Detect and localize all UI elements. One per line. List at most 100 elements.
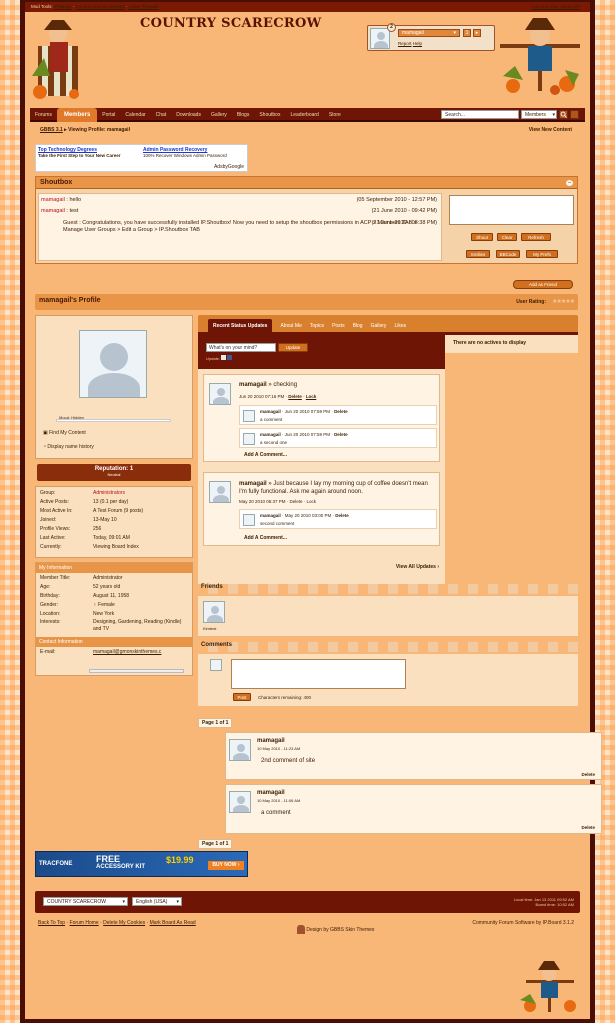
friend-name[interactable]: Kimtest — [203, 626, 216, 631]
comment-delete-link[interactable]: Delete — [581, 825, 595, 830]
tab-about-me[interactable]: About Me — [280, 322, 301, 330]
tracfone-ad[interactable]: TRACFONE FREE ACCESSORY KIT $19.99 BUY N… — [35, 851, 248, 877]
refresh-button[interactable]: Refresh — [521, 233, 551, 241]
nav-store[interactable]: Store — [329, 108, 341, 122]
facebook-icon[interactable] — [227, 355, 233, 360]
rating-stars[interactable]: ★★★★★ — [552, 298, 575, 305]
nav-leaderboard[interactable]: Leaderboard — [290, 108, 318, 122]
top-link-announcements[interactable]: Forums Announcements — [76, 4, 125, 9]
comment-author[interactable]: mamagail — [257, 738, 285, 744]
ad1-line: Take the First Step to Your New Career — [38, 153, 121, 158]
status-input[interactable]: What's on your mind? — [206, 343, 276, 352]
user-submenu: Report Help — [398, 41, 422, 46]
shout-input[interactable] — [449, 195, 574, 225]
post-comment-button[interactable]: Post — [233, 693, 251, 701]
tab-topics[interactable]: Topics — [310, 322, 324, 330]
my-prefs-button[interactable]: My Prefs — [526, 250, 558, 258]
status-author[interactable]: mamagail — [239, 382, 267, 388]
shout-button[interactable]: Shout — [471, 233, 493, 241]
footer-time: Local time: Jan 13 2011 09:52 AM Board ti… — [513, 897, 574, 907]
nav-members[interactable]: Members — [56, 108, 98, 122]
delete-link[interactable]: Delete — [335, 513, 349, 518]
nav-portal[interactable]: Portal — [102, 108, 115, 122]
shout-text: test — [69, 208, 79, 214]
user-link-0[interactable]: Report — [398, 41, 412, 46]
top-link-active-threads[interactable]: Active Threads — [128, 4, 158, 9]
nav-chat[interactable]: Chat — [156, 108, 167, 122]
forum-home-link[interactable]: Forum Home — [70, 920, 99, 926]
shout-user[interactable]: mamagail — [41, 208, 65, 214]
display-name-history-link[interactable]: ◔ Display name history — [43, 444, 94, 450]
ad-provider: AdsbyGoogle — [213, 164, 244, 170]
smilies-button[interactable]: Smilies — [466, 250, 490, 258]
nav-downloads[interactable]: Downloads — [176, 108, 201, 122]
add-as-friend-button[interactable]: Add as Friend — [513, 280, 573, 289]
tab-likes[interactable]: Likes — [394, 322, 406, 330]
software-credit[interactable]: Community Forum Software by IP.Board 3.1… — [472, 920, 574, 926]
tab-recent-status[interactable]: Recent Status Updates — [208, 319, 273, 333]
comment-delete-link[interactable]: Delete — [581, 772, 595, 777]
mark-board-read-link[interactable]: Mark Board As Read — [150, 920, 196, 926]
top-link-ipbadge[interactable]: IP.Badge — [54, 4, 72, 9]
reply-avatar[interactable] — [243, 410, 255, 422]
comment-textarea[interactable] — [231, 659, 406, 689]
user-inbox-count[interactable]: 1 — [463, 29, 471, 37]
notification-count-badge[interactable]: 2 — [387, 23, 396, 32]
add-comment-link[interactable]: Add A Comment... — [244, 535, 287, 541]
nav-forums[interactable]: Forums — [35, 108, 52, 122]
clear-button[interactable]: Clear — [497, 233, 517, 241]
search-input[interactable]: Search... — [441, 110, 519, 119]
delete-cookies-link[interactable]: Delete My Cookies — [103, 920, 145, 926]
collapse-icon[interactable]: – — [566, 180, 573, 186]
find-content-link[interactable]: ▣ Find My Content — [43, 430, 86, 436]
skin-select[interactable]: COUNTRY SCARECROW ▾ — [43, 897, 128, 906]
tab-gallery[interactable]: Gallery — [371, 322, 387, 330]
search-icon[interactable] — [559, 110, 568, 119]
user-menu-arrow-icon[interactable]: ▸ — [473, 29, 481, 37]
status-author[interactable]: mamagail — [239, 481, 267, 487]
user-link-1[interactable]: Help — [413, 41, 422, 46]
language-select[interactable]: English (USA) ▾ — [132, 897, 182, 906]
tab-blog[interactable]: Blog — [353, 322, 363, 330]
delete-link[interactable]: Delete — [334, 432, 348, 437]
google-ad[interactable]: Top Technology Degrees Take the First St… — [35, 144, 248, 172]
status-avatar[interactable] — [209, 481, 231, 503]
status-avatar[interactable] — [209, 383, 231, 405]
comment-text: a comment — [261, 810, 291, 816]
search-options-icon[interactable] — [570, 110, 579, 119]
tab-posts[interactable]: Posts — [332, 322, 345, 330]
breadcrumb-home[interactable]: GBBS 3.1 — [40, 127, 63, 133]
delete-link[interactable]: Delete — [288, 394, 302, 399]
user-box: 2 mamagail ▾ 1 ▸ Report Help — [367, 23, 495, 51]
nav-calendar[interactable]: Calendar — [125, 108, 145, 122]
user-menu-dropdown[interactable]: mamagail ▾ — [398, 29, 460, 37]
ad-buy-button[interactable]: BUY NOW › — [208, 861, 244, 870]
friend-avatar[interactable] — [203, 601, 225, 623]
status-update-button[interactable]: Update — [278, 343, 308, 352]
bbcode-button[interactable]: BBCode — [496, 250, 520, 258]
add-comment-link[interactable]: Add A Comment... — [244, 452, 287, 458]
reply-avatar[interactable] — [243, 514, 255, 526]
comment-avatar[interactable] — [229, 739, 251, 761]
view-all-updates-link[interactable]: View All Updates › — [396, 564, 439, 570]
search-scope-select[interactable]: Members ▾ — [521, 110, 557, 119]
nav-blogs[interactable]: Blogs — [237, 108, 250, 122]
view-new-content-link[interactable]: View New Content — [529, 127, 572, 133]
shout-user[interactable]: mamagail — [41, 197, 65, 203]
pagination-top[interactable]: Page 1 of 1 — [198, 718, 233, 728]
twitter-icon[interactable] — [221, 355, 227, 360]
user-avatar[interactable] — [370, 28, 390, 49]
nav-gallery[interactable]: Gallery — [211, 108, 227, 122]
reply-avatar[interactable] — [243, 433, 255, 445]
nav-shoutbox[interactable]: Shoutbox — [259, 108, 280, 122]
delete-link[interactable]: Delete — [334, 409, 348, 414]
status-feed: mamagail » checking Jun 20 2010 07:16 PM… — [198, 369, 445, 584]
comment-avatar[interactable] — [229, 791, 251, 813]
pagination-bottom[interactable]: Page 1 of 1 — [198, 839, 233, 849]
comment-author[interactable]: mamagail — [257, 790, 285, 796]
back-to-top-link[interactable]: Back To Top — [38, 920, 65, 926]
scrollbar[interactable] — [89, 669, 184, 673]
top-link-reading-list[interactable]: Log in to your admin CP — [532, 2, 580, 12]
site-title[interactable]: COUNTRY SCARECROW — [140, 16, 321, 31]
lock-link[interactable]: Lock — [306, 394, 317, 399]
